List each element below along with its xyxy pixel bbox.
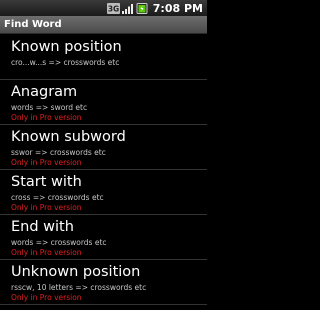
list-item-end-with[interactable]: End with words => crosswords etc Only in… (0, 215, 207, 260)
list-item-anagram[interactable]: Anagram words => sword etc Only in Pro v… (0, 80, 207, 125)
item-title: Unknown position (11, 264, 141, 280)
item-description: rsscw, 10 letters => crosswords etc (11, 283, 147, 292)
item-description: cro...w...s => crosswords etc (11, 58, 120, 67)
signal-icon (121, 3, 134, 14)
item-title: Known subword (11, 129, 126, 145)
option-list: Known position cro...w...s => crosswords… (0, 35, 207, 305)
list-item-known-subword[interactable]: Known subword sswor => crosswords etc On… (0, 125, 207, 170)
item-description: sswor => crosswords etc (11, 148, 106, 157)
list-item-start-with[interactable]: Start with cross => crosswords etc Only … (0, 170, 207, 215)
item-description: cross => crosswords etc (11, 193, 104, 202)
pro-version-note: Only in Pro version (11, 293, 82, 302)
item-title: Known position (11, 39, 122, 55)
app-title: Find Word (4, 19, 62, 30)
item-description: words => crosswords etc (11, 238, 107, 247)
item-title: End with (11, 219, 74, 235)
list-item-unknown-position[interactable]: Unknown position rsscw, 10 letters => cr… (0, 260, 207, 305)
item-title: Anagram (11, 84, 78, 100)
network-label: 3G (108, 4, 119, 13)
list-item-known-position[interactable]: Known position cro...w...s => crosswords… (0, 35, 207, 80)
item-description: words => sword etc (11, 103, 88, 112)
battery-icon (136, 2, 148, 14)
pro-version-note: Only in Pro version (11, 203, 82, 212)
clock: 7:08 PM (152, 1, 203, 15)
title-bar: Find Word (0, 16, 207, 34)
pro-version-note: Only in Pro version (11, 158, 82, 167)
pro-version-note: Only in Pro version (11, 248, 82, 257)
status-bar: 3G 7:08 PM (0, 0, 207, 16)
3g-icon: 3G (106, 2, 120, 14)
pro-version-note: Only in Pro version (11, 113, 82, 122)
item-title: Start with (11, 174, 82, 190)
